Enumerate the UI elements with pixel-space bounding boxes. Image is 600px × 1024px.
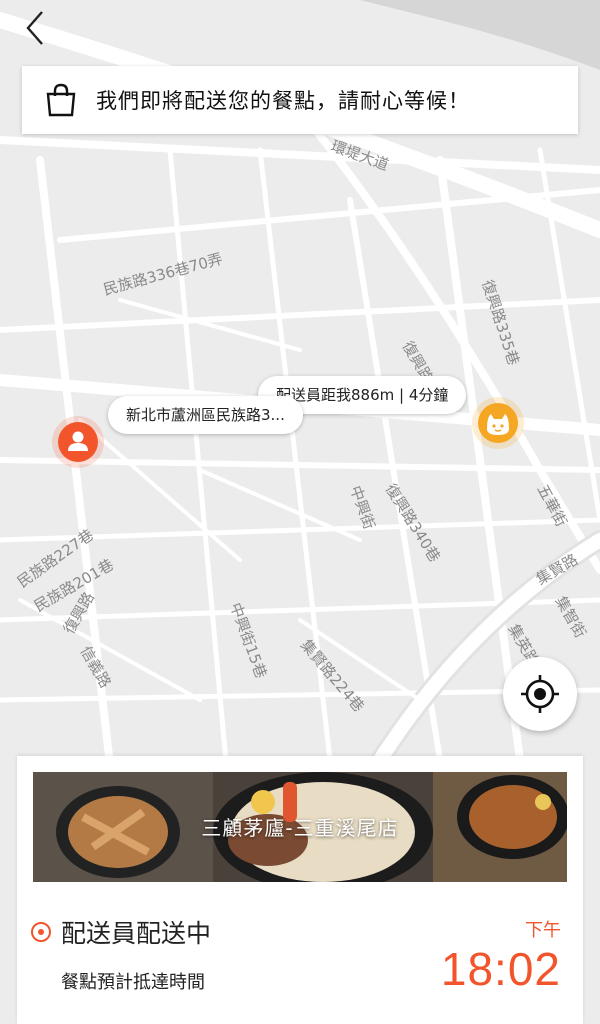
back-button[interactable] bbox=[18, 6, 58, 46]
status-text: 配送員配送中 bbox=[61, 919, 212, 948]
person-icon bbox=[68, 431, 88, 451]
status-dot-icon bbox=[31, 922, 51, 942]
user-location-pin[interactable] bbox=[58, 422, 98, 462]
courier-pin[interactable] bbox=[478, 403, 518, 443]
delivery-banner: 我們即將配送您的餐點，請耐心等候！ bbox=[22, 66, 578, 134]
store-name: 三顧茅廬-三重溪尾店 bbox=[201, 816, 399, 840]
eta-time: 18:02 bbox=[440, 943, 561, 995]
eta-label: 餐點預計抵達時間 bbox=[61, 972, 205, 993]
eta-ampm: 下午 bbox=[525, 920, 561, 941]
address-bubble[interactable]: 新北市蘆洲區民族路3... bbox=[108, 396, 303, 434]
shopping-bag-icon bbox=[46, 83, 76, 117]
chevron-left-icon bbox=[26, 11, 43, 45]
delivery-status: 配送員配送中 bbox=[31, 914, 211, 950]
crosshair-icon bbox=[521, 675, 559, 713]
store-banner-image[interactable]: 三顧茅廬-三重溪尾店 bbox=[33, 772, 567, 882]
cat-icon bbox=[487, 414, 509, 435]
locate-me-button[interactable] bbox=[503, 657, 577, 731]
order-status-card: 三顧茅廬-三重溪尾店 配送員配送中 餐點預計抵達時間 下午 18:02 bbox=[17, 756, 583, 1024]
banner-message: 我們即將配送您的餐點，請耐心等候！ bbox=[96, 89, 470, 113]
